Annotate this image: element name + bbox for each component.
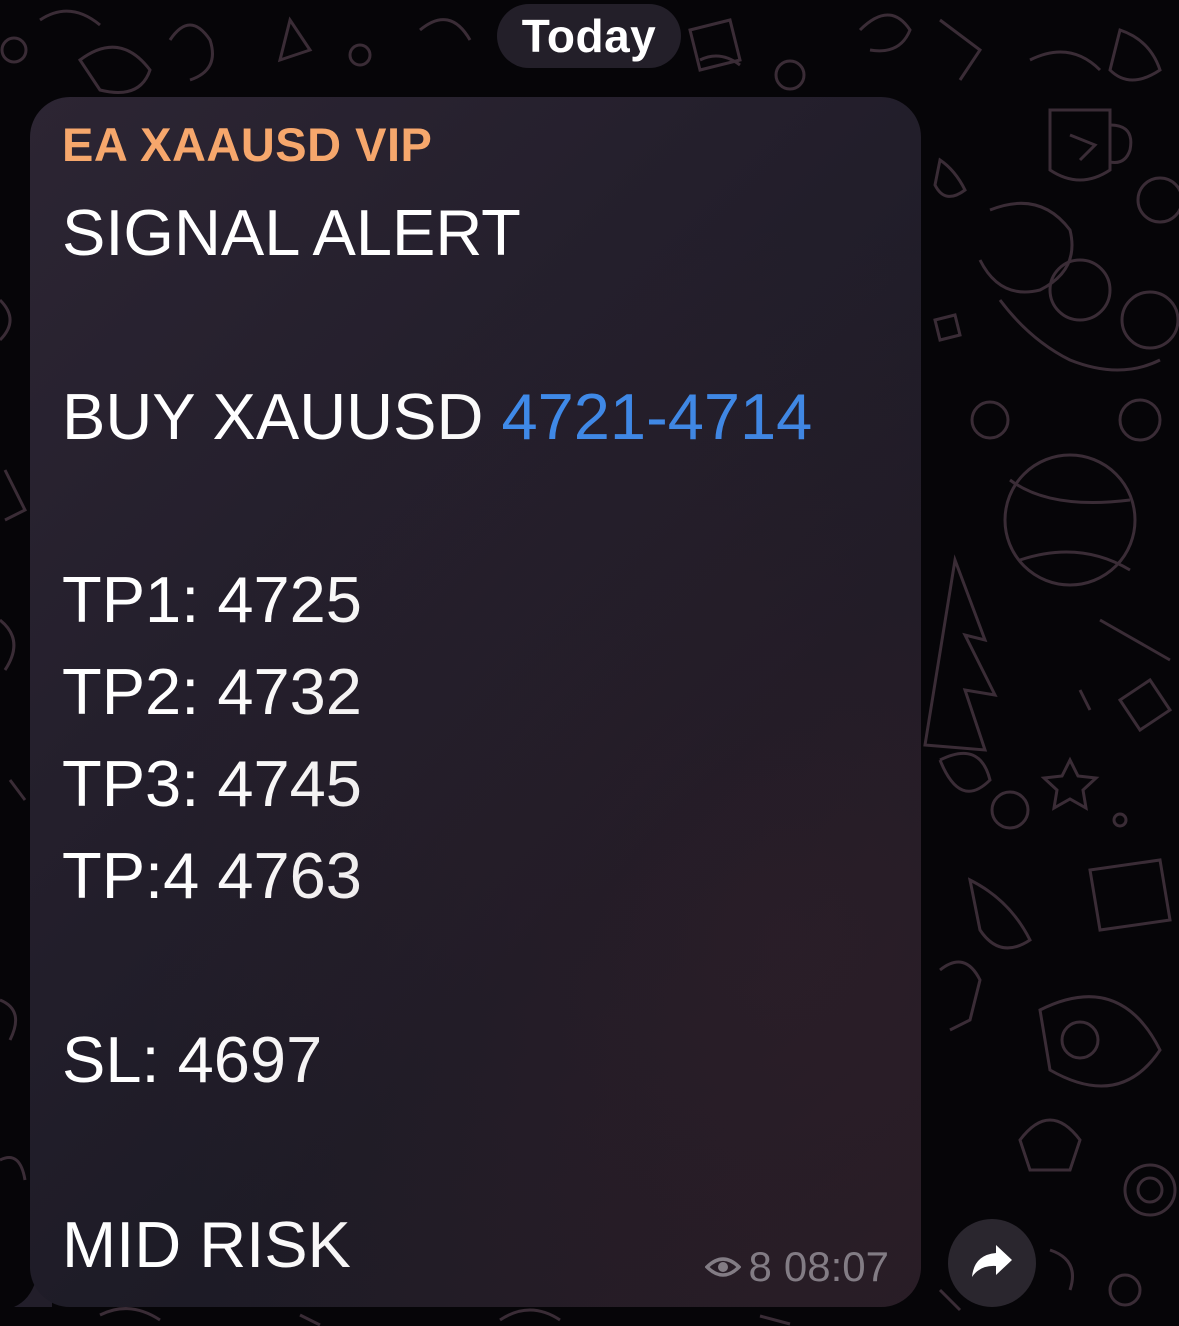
take-profit-2: TP2: 4732 (62, 655, 362, 728)
buy-line: BUY XAUUSD 4721-4714 (62, 377, 812, 457)
take-profit-4: TP:4 4763 (62, 839, 362, 912)
forward-arrow-icon (970, 1243, 1014, 1284)
date-separator-pill: Today (497, 4, 681, 68)
message-bubble[interactable]: EA XAAUSD VIP SIGNAL ALERT BUY XAUUSD 47… (30, 97, 921, 1307)
date-separator-label: Today (521, 10, 657, 62)
take-profit-1: TP1: 4725 (62, 563, 362, 636)
message-title: SIGNAL ALERT (62, 196, 521, 269)
forward-button[interactable] (948, 1219, 1036, 1307)
sender-name[interactable]: EA XAAUSD VIP (62, 117, 432, 172)
buy-prefix: BUY XAUUSD (62, 380, 502, 453)
message-meta: 8 08:07 (704, 1243, 889, 1291)
stop-loss: SL: 4697 (62, 1023, 323, 1096)
view-count: 8 (748, 1243, 772, 1290)
risk-level: MID RISK (62, 1208, 351, 1281)
buy-range-link[interactable]: 4721-4714 (501, 380, 812, 453)
take-profit-3: TP3: 4745 (62, 747, 362, 820)
message-time: 08:07 (783, 1243, 889, 1290)
eye-icon (704, 1255, 741, 1279)
